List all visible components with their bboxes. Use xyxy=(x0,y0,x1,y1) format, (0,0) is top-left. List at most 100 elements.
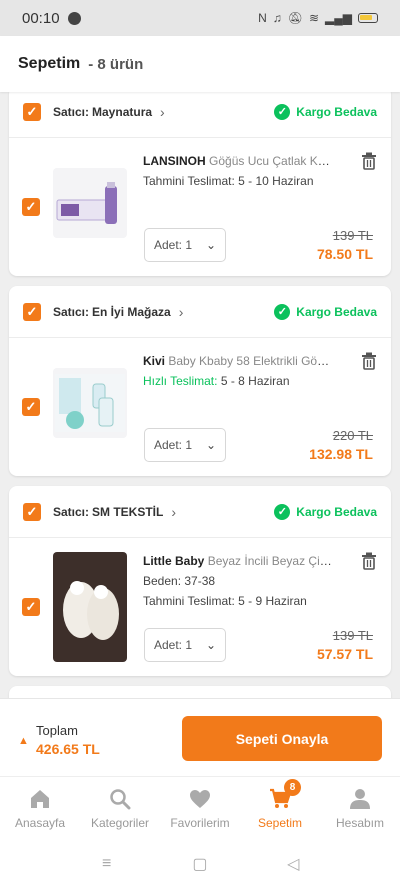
new-price: 57.57 TL xyxy=(316,646,373,662)
product-image[interactable] xyxy=(53,368,127,438)
product-image[interactable] xyxy=(53,168,127,238)
delivery-info: Hızlı Teslimat: 5 - 8 Haziran xyxy=(143,374,333,388)
system-nav-bar: ≡ ▢ ◁ xyxy=(0,840,400,888)
product-brand: Little Baby xyxy=(143,554,205,568)
chevron-right-icon[interactable]: › xyxy=(179,304,184,320)
product-image[interactable] xyxy=(53,552,127,662)
seller-card: ✓ Satıcı: SM TEKSTİL › ✓ Kargo Bedava ✓ xyxy=(9,486,391,676)
delivery-date: 5 - 9 Haziran xyxy=(238,594,307,608)
tab-cart[interactable]: 8 Sepetim xyxy=(240,777,320,840)
caret-up-icon[interactable]: ▲ xyxy=(18,735,29,747)
item-checkbox[interactable]: ✓ xyxy=(22,598,40,616)
free-shipping-label: Kargo Bedava xyxy=(296,504,377,519)
tab-label: Sepetim xyxy=(257,816,303,830)
status-bar: 00:10 N ♫ 🔕︎ ≋ ▂▄▆ xyxy=(0,0,400,36)
free-shipping-label: Kargo Bedava xyxy=(296,304,377,319)
free-shipping-badge: ✓ Kargo Bedava xyxy=(274,303,377,320)
tab-favorites[interactable]: Favorilerim xyxy=(160,777,240,840)
item-count: - 8 ürün xyxy=(88,55,144,73)
trash-icon[interactable] xyxy=(361,552,377,570)
item-checkbox[interactable]: ✓ xyxy=(22,398,40,416)
seller-checkbox[interactable]: ✓ xyxy=(23,102,41,121)
headphone-icon: ♫ xyxy=(272,11,282,25)
old-price: 139 TL xyxy=(332,628,373,643)
status-icons: N ♫ 🔕︎ ≋ ▂▄▆ xyxy=(258,11,378,25)
seller-label: Satıcı: xyxy=(53,304,90,319)
delivery-prefix: Tahmini Teslimat: xyxy=(143,594,235,608)
quantity-select[interactable]: Adet: 1 ⌄ xyxy=(144,228,226,262)
seller-label: Satıcı: xyxy=(53,504,90,519)
free-shipping-badge: ✓ Kargo Bedava xyxy=(274,103,377,120)
seller-row: ✓ Satıcı: Maynatura › ✓ Kargo Bedava xyxy=(9,92,391,138)
old-price: 139 TL xyxy=(332,228,373,243)
product-desc: Beyaz İncili Beyaz Çiçe... xyxy=(207,554,333,568)
seller-label: Satıcı: xyxy=(53,104,90,119)
tab-label: Hesabım xyxy=(335,816,385,830)
tab-label: Anasayfa xyxy=(14,816,66,830)
seller-row: ✓ Satıcı: En İyi Mağaza › ✓ Kargo Bedava xyxy=(9,286,391,338)
nfc-icon: N xyxy=(258,11,267,25)
delivery-prefix: Hızlı Teslimat: xyxy=(143,374,218,388)
search-icon xyxy=(110,789,131,810)
user-icon xyxy=(350,789,370,809)
cart-list[interactable]: ✓ Satıcı: Maynatura › ✓ Kargo Bedava ✓ L… xyxy=(0,92,400,698)
delivery-info: Tahmini Teslimat: 5 - 10 Haziran xyxy=(143,174,333,188)
chevron-right-icon[interactable]: › xyxy=(171,504,176,520)
product-brand: Kivi xyxy=(143,354,166,368)
trash-icon[interactable] xyxy=(361,352,377,370)
tab-home[interactable]: Anasayfa xyxy=(0,777,80,840)
total-value: 426.65 TL xyxy=(36,741,100,757)
product-name[interactable]: Little Baby Beyaz İncili Beyaz Çiçe... xyxy=(143,554,333,568)
quantity-label: Adet: 1 xyxy=(154,638,193,652)
cart-item[interactable]: ✓ Little Baby Beyaz İncili Beyaz Çiçe...… xyxy=(9,538,391,676)
wifi-icon: ≋ xyxy=(308,11,320,25)
heart-icon xyxy=(190,790,210,808)
seller-name[interactable]: Maynatura xyxy=(92,105,152,119)
seller-card: ✓ Satıcı: Maynatura › ✓ Kargo Bedava ✓ L… xyxy=(9,92,391,276)
seller-name[interactable]: SM TEKSTİL xyxy=(92,505,163,519)
seller-name[interactable]: En İyi Mağaza xyxy=(92,305,171,319)
trash-icon[interactable] xyxy=(361,152,377,170)
cart-item[interactable]: ✓ LANSINOH Göğüs Ucu Çatlak Kre... Tahmi… xyxy=(9,138,391,276)
product-name[interactable]: LANSINOH Göğüs Ucu Çatlak Kre... xyxy=(143,154,333,168)
tab-account[interactable]: Hesabım xyxy=(320,777,400,840)
check-circle-icon: ✓ xyxy=(274,103,291,120)
delivery-date: 5 - 8 Haziran xyxy=(220,374,290,388)
chevron-right-icon[interactable]: › xyxy=(160,104,165,120)
chevron-down-icon: ⌄ xyxy=(205,638,216,652)
quantity-select[interactable]: Adet: 1 ⌄ xyxy=(144,428,226,462)
delivery-prefix: Tahmini Teslimat: xyxy=(143,174,235,188)
product-desc: Baby Kbaby 58 Elektrikli Göğü... xyxy=(168,354,333,368)
check-circle-icon: ✓ xyxy=(274,303,291,320)
cart-header: Sepetim - 8 ürün xyxy=(0,36,400,92)
menu-icon[interactable]: ≡ xyxy=(95,855,119,873)
tab-categories[interactable]: Kategoriler xyxy=(80,777,160,840)
seller-checkbox[interactable]: ✓ xyxy=(23,302,41,321)
delivery-date: 5 - 10 Haziran xyxy=(238,174,314,188)
quantity-label: Adet: 1 xyxy=(154,238,193,252)
new-price: 132.98 TL xyxy=(309,446,373,462)
quantity-select[interactable]: Adet: 1 ⌄ xyxy=(144,628,226,662)
back-icon[interactable]: ◁ xyxy=(281,854,305,874)
home-square-icon[interactable]: ▢ xyxy=(188,854,212,874)
product-info: Kivi Baby Kbaby 58 Elektrikli Göğü... Hı… xyxy=(143,354,333,388)
check-circle-icon: ✓ xyxy=(274,503,291,520)
home-icon xyxy=(31,790,49,808)
seller-checkbox[interactable]: ✓ xyxy=(23,502,41,521)
cart-item[interactable]: ✓ Kivi Baby Kbaby 58 Elektrikli Göğü... … xyxy=(9,338,391,476)
confirm-cart-button[interactable]: Sepeti Onayla xyxy=(182,716,382,761)
item-checkbox[interactable]: ✓ xyxy=(22,198,40,216)
product-info: Little Baby Beyaz İncili Beyaz Çiçe... B… xyxy=(143,554,333,608)
product-brand: LANSINOH xyxy=(143,154,206,168)
chevron-down-icon: ⌄ xyxy=(205,238,216,252)
delivery-info: Tahmini Teslimat: 5 - 9 Haziran xyxy=(143,594,333,608)
tab-label: Kategoriler xyxy=(90,816,150,830)
page-title: Sepetim xyxy=(18,55,81,72)
product-name[interactable]: Kivi Baby Kbaby 58 Elektrikli Göğü... xyxy=(143,354,333,368)
seller-row: ✓ Satıcı: SM TEKSTİL › ✓ Kargo Bedava xyxy=(9,486,391,538)
cart-badge: 8 xyxy=(284,779,301,796)
spotify-icon xyxy=(67,11,81,25)
product-info: LANSINOH Göğüs Ucu Çatlak Kre... Tahmini… xyxy=(143,154,333,188)
size-info: Beden: 37-38 xyxy=(143,574,216,588)
seller-card: ✓ Satıcı: En İyi Mağaza › ✓ Kargo Bedava… xyxy=(9,286,391,476)
